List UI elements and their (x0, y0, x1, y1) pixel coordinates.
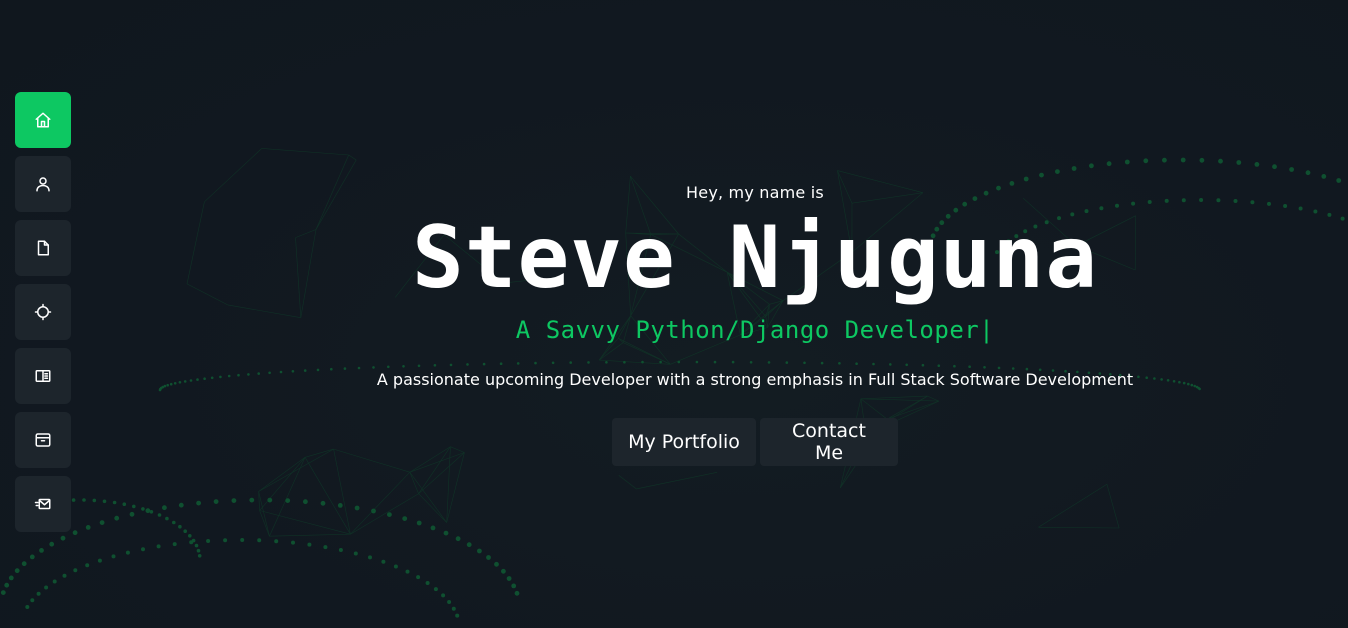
typing-cursor: | (979, 316, 995, 344)
my-portfolio-button[interactable]: My Portfolio (612, 418, 756, 466)
hero-tagline: A passionate upcoming Developer with a s… (376, 370, 1134, 389)
sidebar-nav (15, 92, 71, 532)
sidebar-item-blog[interactable] (15, 412, 71, 468)
home-icon (35, 112, 51, 128)
hero-actions: My Portfolio Contact Me (612, 418, 898, 466)
hero-section: Hey, my name is Steve Njuguna A Savvy Py… (0, 0, 1348, 628)
page: Hey, my name is Steve Njuguna A Savvy Py… (0, 0, 1348, 628)
sidebar-item-resume[interactable] (15, 220, 71, 276)
contact-me-button[interactable]: Contact Me (760, 418, 898, 466)
book-icon (35, 370, 51, 382)
hero-greeting: Hey, my name is (686, 183, 824, 202)
user-icon (36, 177, 50, 192)
archive-icon (35, 433, 51, 447)
sidebar-item-about[interactable] (15, 156, 71, 212)
gear-icon (34, 303, 52, 321)
sidebar-item-services[interactable] (15, 284, 71, 340)
hero-role-text: A Savvy Python/Django Developer (515, 316, 980, 344)
sidebar-item-home[interactable] (15, 92, 71, 148)
hero-role: A Savvy Python/Django Developer| (0, 316, 1348, 344)
sidebar-item-portfolio[interactable] (15, 348, 71, 404)
file-icon (37, 240, 49, 256)
mail-send-icon (34, 498, 51, 510)
sidebar-item-contact[interactable] (15, 476, 71, 532)
hero-name: Steve Njuguna (411, 208, 1099, 308)
